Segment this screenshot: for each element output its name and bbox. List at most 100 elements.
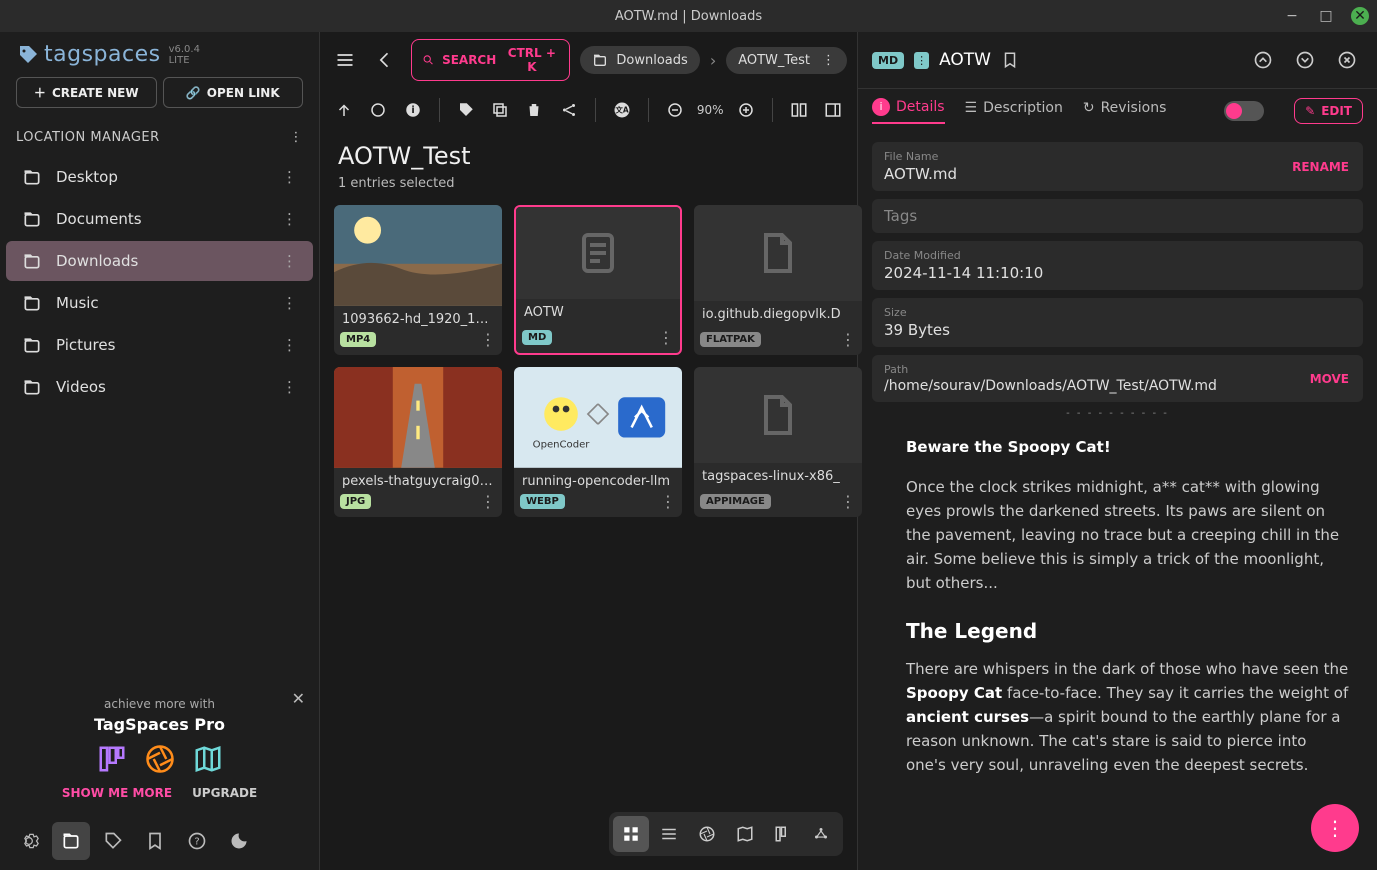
logo[interactable]: tagspaces v6.0.4 LITE (16, 42, 200, 67)
graph-view-icon[interactable] (803, 816, 839, 852)
more-icon[interactable]: ⋮ (282, 336, 297, 354)
gallery-view-icon[interactable] (689, 816, 725, 852)
svg-text:OpenCoder: OpenCoder (533, 440, 591, 451)
info-icon: i (872, 98, 890, 116)
copy-icon[interactable] (488, 94, 512, 126)
prev-file-icon[interactable] (1247, 44, 1279, 76)
panel-icon[interactable] (787, 94, 811, 126)
breadcrumb-current[interactable]: AOTW_Test ⋮ (726, 47, 847, 74)
field-path[interactable]: Path /home/sourav/Downloads/AOTW_Test/AO… (872, 355, 1363, 402)
more-icon[interactable]: ⋮ (840, 330, 856, 349)
link-icon: 🔗 (186, 86, 201, 100)
zoom-in-icon[interactable] (734, 94, 758, 126)
file-card[interactable]: pexels-thatguycraig000 JPG⋮ (334, 367, 502, 517)
rename-button[interactable]: RENAME (1292, 160, 1349, 174)
file-card[interactable]: AOTW MD⋮ (514, 205, 682, 355)
edit-button[interactable]: ✎ EDIT (1294, 98, 1363, 124)
kanban-icon (95, 742, 129, 776)
file-name-label: io.github.diegopvlk.D (694, 301, 862, 326)
svg-text:?: ? (194, 836, 199, 847)
sidebar-item-downloads[interactable]: Downloads⋮ (6, 241, 313, 281)
more-icon[interactable]: ⋮ (840, 492, 856, 511)
share-icon[interactable] (556, 94, 580, 126)
sidebar-icon[interactable] (821, 94, 845, 126)
move-button[interactable]: MOVE (1310, 372, 1349, 386)
tag-icon[interactable] (454, 94, 478, 126)
map-view-icon[interactable] (727, 816, 763, 852)
file-thumbnail (334, 367, 502, 468)
toggle-switch[interactable] (1224, 101, 1264, 121)
zoom-out-icon[interactable] (663, 94, 687, 126)
sidebar-item-pictures[interactable]: Pictures⋮ (6, 325, 313, 365)
back-icon[interactable] (370, 44, 400, 76)
theme-icon[interactable] (220, 822, 258, 860)
sidebar-item-videos[interactable]: Videos⋮ (6, 367, 313, 407)
more-icon[interactable]: ⋮ (282, 294, 297, 312)
breadcrumb-downloads[interactable]: Downloads (580, 46, 699, 74)
file-card[interactable]: OpenCoder running-opencoder-llm WEBP⋮ (514, 367, 682, 517)
sidebar-item-music[interactable]: Music⋮ (6, 283, 313, 323)
tab-details[interactable]: i Details (872, 98, 945, 124)
open-link-button[interactable]: 🔗 OPEN LINK (163, 77, 304, 108)
tab-revisions[interactable]: ↻ Revisions (1083, 100, 1167, 122)
search-button[interactable]: SEARCH CTRL + K (411, 39, 571, 81)
upgrade-link[interactable]: UPGRADE (192, 786, 257, 800)
more-icon[interactable]: ⋮ (282, 210, 297, 228)
field-size: Size 39 Bytes (872, 298, 1363, 347)
show-more-link[interactable]: SHOW ME MORE (62, 786, 172, 800)
bookmark-file-icon[interactable] (1001, 51, 1019, 69)
sidebar-item-documents[interactable]: Documents⋮ (6, 199, 313, 239)
file-ext-chip: APPIMAGE (700, 494, 771, 509)
tab-description[interactable]: ☰ Description (965, 100, 1063, 122)
file-chip-more-icon[interactable]: ⋮ (914, 52, 929, 69)
next-file-icon[interactable] (1289, 44, 1321, 76)
main-area: SEARCH CTRL + K Downloads › AOTW_Test ⋮ … (320, 32, 857, 870)
more-icon[interactable]: ⋮ (282, 378, 297, 396)
folder-view-icon[interactable] (52, 822, 90, 860)
folder-icon (22, 335, 42, 355)
file-card[interactable]: io.github.diegopvlk.D FLATPAK⋮ (694, 205, 862, 355)
select-icon[interactable] (366, 94, 390, 126)
bookmark-icon[interactable] (136, 822, 174, 860)
more-icon[interactable]: ⋮ (660, 492, 676, 511)
file-ext-chip: MD (872, 52, 904, 69)
info-icon[interactable]: i (401, 94, 425, 126)
folder-icon (592, 52, 608, 68)
plus-icon: ＋ (34, 84, 46, 101)
close-panel-icon[interactable] (1331, 44, 1363, 76)
grid-view-icon[interactable] (613, 816, 649, 852)
folder-title: AOTW_Test (320, 132, 857, 176)
file-name-label: running-opencoder-llm (514, 468, 682, 488)
help-icon[interactable]: ? (178, 822, 216, 860)
delete-icon[interactable] (522, 94, 546, 126)
file-card[interactable]: tagspaces-linux-x86_ APPIMAGE⋮ (694, 367, 862, 517)
location-menu-icon[interactable]: ⋮ (290, 130, 304, 145)
minimize-button[interactable]: − (1283, 7, 1301, 25)
sidebar-item-desktop[interactable]: Desktop⋮ (6, 157, 313, 197)
more-icon[interactable]: ⋮ (282, 168, 297, 186)
svg-text:i: i (411, 105, 414, 116)
up-icon[interactable] (332, 94, 356, 126)
close-button[interactable]: ✕ (1351, 7, 1369, 25)
field-tags[interactable]: Tags (872, 199, 1363, 233)
list-view-icon[interactable] (651, 816, 687, 852)
more-icon[interactable]: ⋮ (822, 53, 835, 68)
file-thumbnail (516, 207, 680, 299)
kanban-view-icon[interactable] (765, 816, 801, 852)
file-card[interactable]: 1093662-hd_1920_1080 MP4⋮ (334, 205, 502, 355)
more-icon[interactable]: ⋮ (480, 330, 496, 349)
file-thumbnail: OpenCoder (514, 367, 682, 468)
file-grid: 1093662-hd_1920_1080 MP4⋮ AOTW MD⋮ io.gi… (320, 205, 857, 517)
tag-view-icon[interactable] (94, 822, 132, 860)
create-new-button[interactable]: ＋ CREATE NEW (16, 77, 157, 108)
more-icon[interactable]: ⋮ (480, 492, 496, 511)
maximize-button[interactable]: □ (1317, 7, 1335, 25)
settings-icon[interactable] (10, 822, 48, 860)
menu-icon[interactable] (330, 44, 360, 76)
fab-more-button[interactable]: ⋮ (1311, 804, 1359, 852)
more-icon[interactable]: ⋮ (282, 252, 297, 270)
more-icon[interactable]: ⋮ (658, 328, 674, 347)
ai-icon[interactable]: 文A (610, 94, 634, 126)
field-filename[interactable]: File Name AOTW.md RENAME (872, 142, 1363, 191)
close-icon[interactable]: ✕ (292, 689, 305, 708)
